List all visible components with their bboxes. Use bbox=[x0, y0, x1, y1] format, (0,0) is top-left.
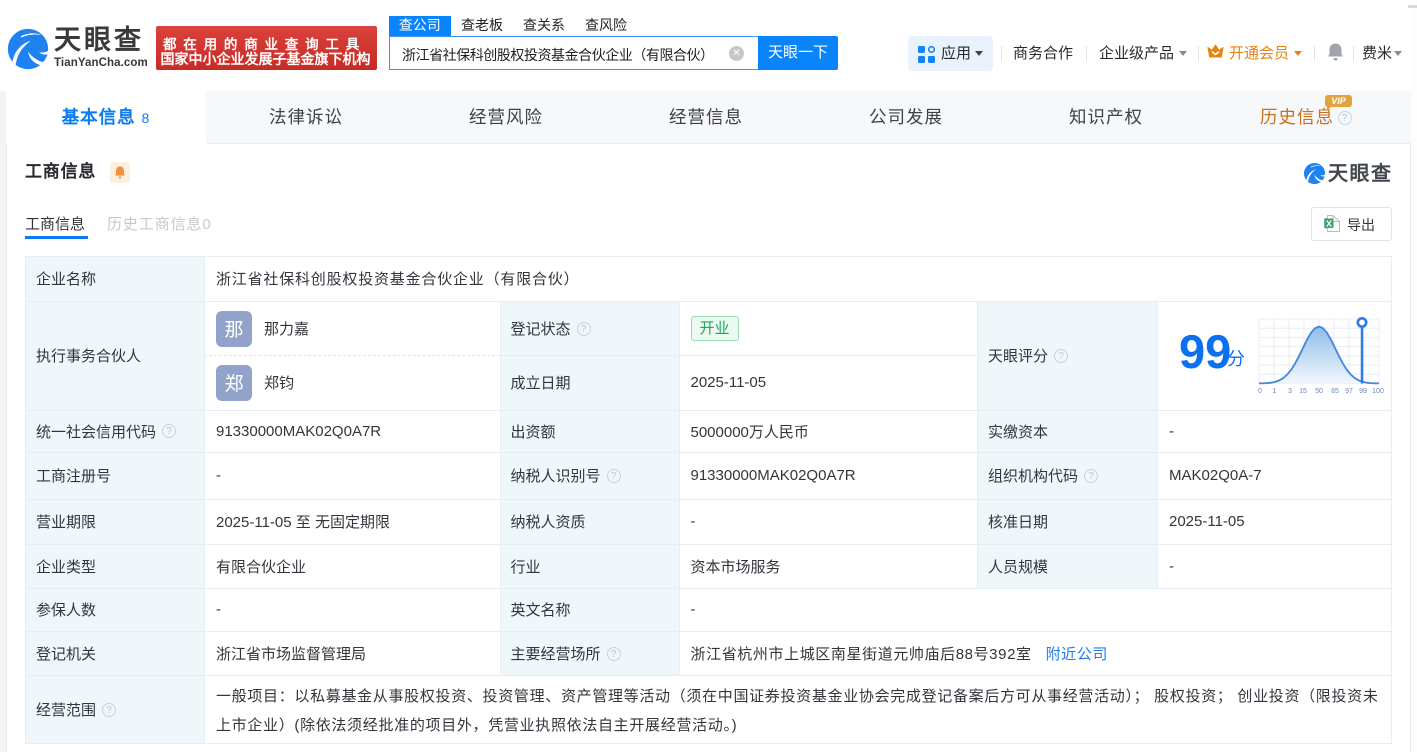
svg-text:85: 85 bbox=[1331, 388, 1339, 395]
svg-text:99: 99 bbox=[1359, 388, 1367, 395]
svg-text:100: 100 bbox=[1372, 388, 1384, 395]
svg-text:0: 0 bbox=[1258, 388, 1262, 395]
svg-text:1: 1 bbox=[1273, 388, 1277, 395]
svg-text:15: 15 bbox=[1299, 388, 1307, 395]
svg-text:50: 50 bbox=[1315, 388, 1323, 395]
svg-text:97: 97 bbox=[1345, 388, 1353, 395]
svg-text:3: 3 bbox=[1288, 388, 1292, 395]
